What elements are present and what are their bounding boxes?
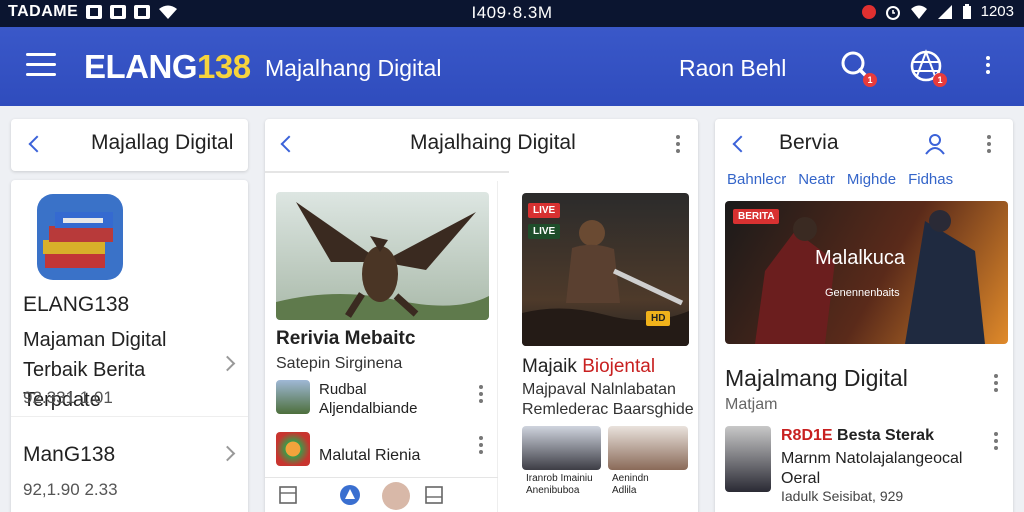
headline-subtitle: Matjam bbox=[725, 396, 778, 413]
news-meta: Iadulk Seisibat, 929 bbox=[781, 488, 904, 504]
more-options-icon[interactable] bbox=[994, 374, 998, 395]
app-logo-icon bbox=[276, 432, 310, 466]
live-tag: LIVE bbox=[528, 203, 561, 218]
search-button[interactable]: 1 bbox=[839, 49, 877, 87]
column2-title: Majalhaing Digital bbox=[410, 131, 576, 154]
row-title: Malutal Rienia bbox=[319, 447, 421, 464]
column1-list: ELANG138 Majaman Digital Terbaik Berita … bbox=[11, 180, 248, 512]
headline[interactable]: Majalmang Digital bbox=[725, 365, 908, 392]
brand-name: ELANG bbox=[84, 48, 198, 85]
eagle-thumbnail bbox=[276, 192, 489, 320]
video-line-1: Majpaval Nalnlabatan bbox=[522, 381, 676, 398]
column3-title: Bervia bbox=[779, 131, 839, 154]
hero-subtitle: Genennenbaits bbox=[825, 287, 900, 299]
alarm-icon bbox=[885, 5, 900, 20]
article-title: Rerivia Mebaitc bbox=[276, 328, 416, 349]
news-title[interactable]: R8D1E Besta Sterak bbox=[781, 427, 934, 445]
books-app-icon bbox=[37, 194, 123, 280]
column2-panel: Majalhaing Digital Rerivia Mebaitc Satep… bbox=[265, 119, 698, 512]
row-title: Rudbal bbox=[319, 381, 367, 398]
video-title-highlight: Biojental bbox=[582, 356, 656, 377]
clock: 1203 bbox=[980, 3, 1014, 20]
search-badge: 1 bbox=[863, 73, 877, 87]
more-options-icon[interactable] bbox=[479, 385, 483, 406]
thumb-caption: Iranrob Imainiu Anenibuboa bbox=[526, 473, 593, 496]
bookmark-icon[interactable] bbox=[425, 486, 443, 504]
news-title-highlight: R8D1E bbox=[781, 427, 833, 444]
app-bar-link[interactable]: Raon Behl bbox=[679, 55, 786, 82]
more-options-icon[interactable] bbox=[986, 56, 990, 77]
brand-accent: 138 bbox=[197, 48, 251, 85]
tab[interactable]: Mighde bbox=[847, 171, 896, 188]
news-thumbnail bbox=[725, 426, 771, 492]
column1-header: Majallag Digital bbox=[11, 119, 248, 171]
user-icon[interactable] bbox=[923, 132, 947, 156]
alert-icon bbox=[861, 4, 876, 19]
live-tag-secondary: LIVE bbox=[528, 224, 561, 239]
cell-signal-icon bbox=[937, 4, 952, 19]
more-options-icon[interactable] bbox=[479, 436, 483, 457]
category-tabs: Bahnlecr Neatr Mighde Fidhas bbox=[727, 171, 953, 188]
battery-icon bbox=[962, 3, 971, 19]
bottom-nav bbox=[265, 477, 498, 512]
article-subtitle: Satepin Sirginena bbox=[276, 355, 403, 372]
list-item-name[interactable]: ManG138 bbox=[23, 443, 115, 467]
app-name: ELANG138 bbox=[23, 293, 130, 316]
hero-title: Malalkuca bbox=[815, 247, 906, 269]
row-subtitle: Aljendalbiande bbox=[319, 400, 418, 417]
profile-avatar[interactable] bbox=[382, 482, 410, 510]
hero-banner[interactable]: BERITA Malalkuca Genennenbaits bbox=[725, 201, 1008, 344]
column1-title: Majallag Digital bbox=[91, 131, 234, 154]
article-card[interactable]: Rerivia Mebaitc Satepin Sirginena Rudbal… bbox=[265, 181, 498, 512]
app-bar-subtitle: Majalhang Digital bbox=[265, 55, 442, 81]
video-card[interactable]: LIVE LIVE HD Majaik Biojental Majpaval N… bbox=[509, 181, 698, 512]
status-bar: TADAME I409·8.3M 1203 bbox=[0, 0, 1024, 27]
tab[interactable]: Bahnlecr bbox=[727, 171, 786, 188]
app-bar: ELANG138 Majalhang Digital Raon Behl 1 1 bbox=[0, 27, 1024, 106]
tab-indicator bbox=[265, 171, 509, 173]
news-body: Marnm Natolajalangeocal Oeral bbox=[781, 450, 963, 487]
globe-badge: 1 bbox=[933, 73, 947, 87]
app-meta: 92.331 1.01 bbox=[23, 388, 113, 407]
warrior-thumbnail: LIVE LIVE HD bbox=[522, 193, 689, 346]
video-line-2: Remlederac Baarsghide bbox=[522, 401, 694, 418]
eagle-image bbox=[276, 202, 489, 320]
grid-icon[interactable] bbox=[279, 486, 297, 504]
column3-panel: Bervia Bahnlecr Neatr Mighde Fidhas BERI… bbox=[715, 119, 1013, 512]
brand-logo[interactable]: ELANG138 bbox=[84, 48, 251, 86]
people-thumbnail bbox=[522, 426, 601, 470]
person-thumbnail bbox=[608, 426, 688, 470]
tab[interactable]: Neatr bbox=[798, 171, 835, 188]
video-title-part: Majaik bbox=[522, 356, 583, 377]
chevron-right-icon[interactable] bbox=[219, 445, 236, 462]
back-arrow-icon[interactable] bbox=[732, 135, 750, 153]
wifi-signal-icon bbox=[910, 5, 927, 19]
news-title-text: Besta Sterak bbox=[832, 427, 934, 444]
globe-button[interactable]: 1 bbox=[909, 49, 947, 87]
hd-badge: HD bbox=[646, 311, 671, 326]
tab[interactable]: Fidhas bbox=[908, 171, 953, 188]
avatar bbox=[276, 380, 310, 414]
divider bbox=[11, 416, 248, 417]
hamburger-menu-icon[interactable] bbox=[26, 53, 56, 77]
back-arrow-icon[interactable] bbox=[28, 135, 46, 153]
hero-tag: BERITA bbox=[733, 209, 780, 224]
compass-icon[interactable] bbox=[339, 484, 361, 506]
more-options-icon[interactable] bbox=[987, 135, 991, 156]
list-item-meta: 92,1.90 2.33 bbox=[23, 480, 118, 499]
thumb-caption: Aenindn Adlila bbox=[612, 473, 649, 496]
back-arrow-icon[interactable] bbox=[280, 135, 298, 153]
more-options-icon[interactable] bbox=[994, 432, 998, 453]
more-options-icon[interactable] bbox=[676, 135, 680, 156]
video-title: Majaik Biojental bbox=[522, 356, 655, 378]
